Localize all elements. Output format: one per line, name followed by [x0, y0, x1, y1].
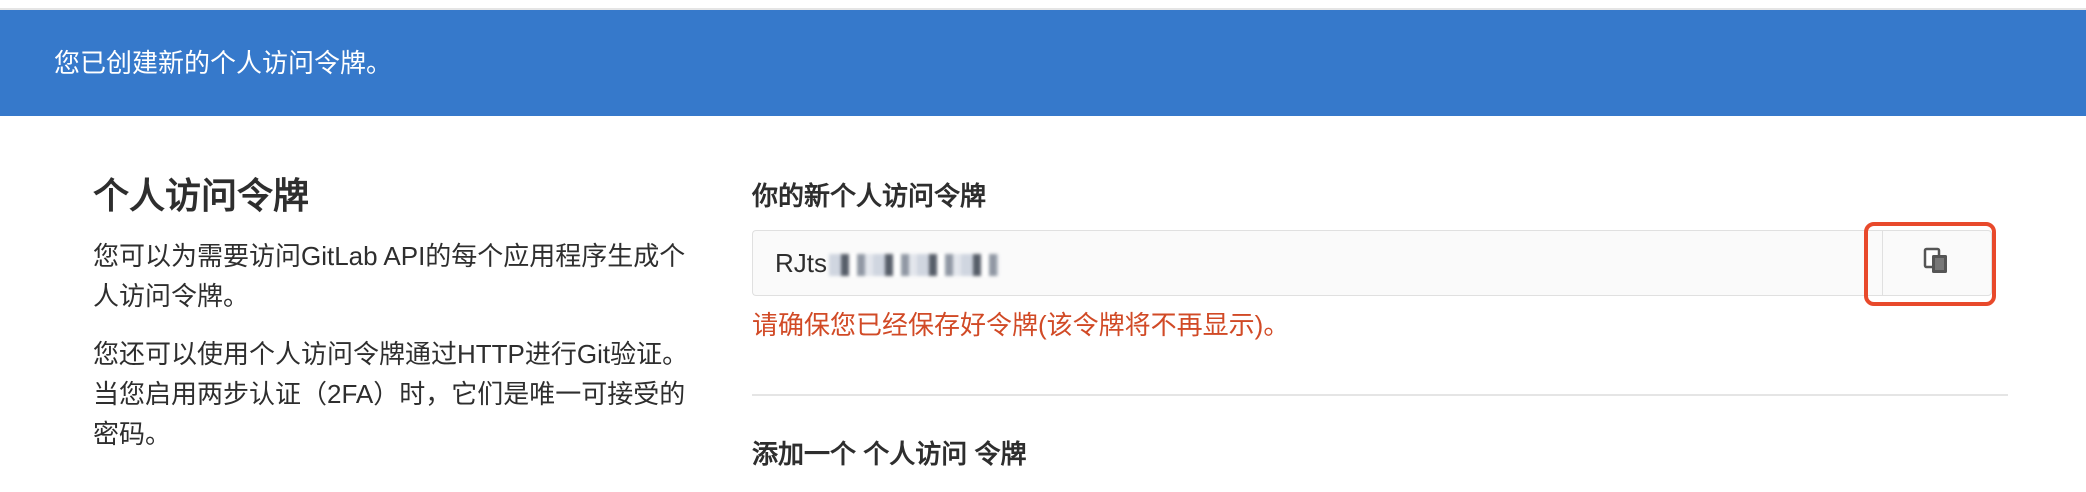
- add-token-heading: 添加一个 个人访问 令牌: [752, 439, 1027, 469]
- token-value: RJts: [775, 248, 827, 278]
- description-paragraph-2: 您还可以使用个人访问令牌通过HTTP进行Git验证。 当您启用两步认证（2FA）…: [93, 339, 689, 449]
- sidebar-description: 个人访问令牌 您可以为需要访问GitLab API的每个应用程序生成个人访问令牌…: [93, 170, 693, 472]
- flash-notice: 您已创建新的个人访问令牌。: [0, 10, 2086, 116]
- flash-message: 您已创建新的个人访问令牌。: [54, 48, 393, 78]
- token-input-group: RJts: [752, 222, 1996, 306]
- token-save-warning: 请确保您已经保存好令牌(该令牌将不再显示)。: [752, 310, 1290, 340]
- token-field[interactable]: RJts: [752, 230, 1882, 296]
- token-panel: 你的新个人访问令牌 RJts 请确保您已经保存好令牌(该令牌将不再显示)。 添加…: [752, 170, 2008, 469]
- clipboard-copy-icon: [1922, 246, 1952, 281]
- new-token-label: 你的新个人访问令牌: [752, 181, 987, 211]
- section-divider: [752, 394, 2008, 396]
- top-border: [0, 0, 2086, 10]
- token-obscured-part: [829, 254, 999, 277]
- description-paragraph-1: 您可以为需要访问GitLab API的每个应用程序生成个人访问令牌。: [93, 241, 686, 311]
- section-title: 个人访问令牌: [93, 175, 310, 216]
- copy-token-button[interactable]: [1882, 230, 1992, 296]
